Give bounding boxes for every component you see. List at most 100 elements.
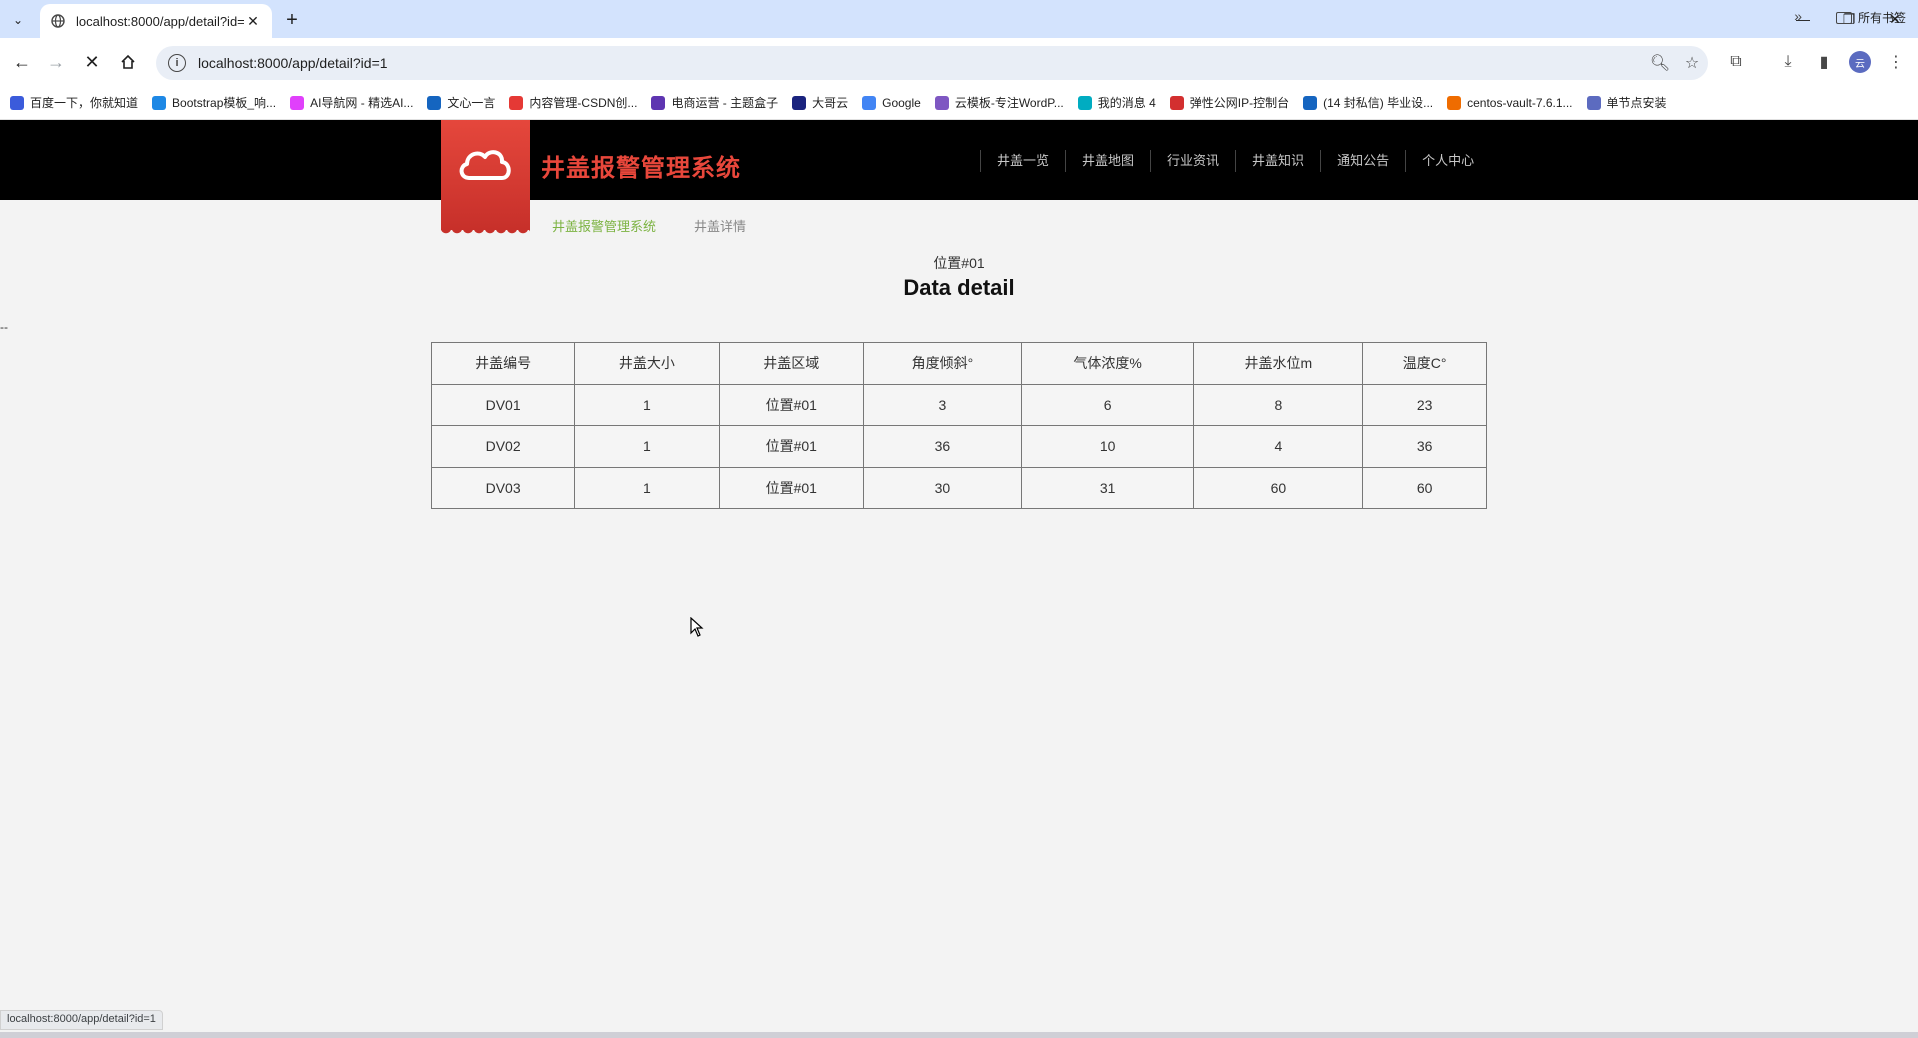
minimize-icon[interactable]: — bbox=[1780, 0, 1826, 38]
home-icon[interactable] bbox=[116, 50, 140, 74]
address-bar[interactable]: i localhost:8000/app/detail?id=1 🔍︎ ☆ bbox=[156, 46, 1708, 80]
bookmark-item[interactable]: 云模板-专注WordP... bbox=[934, 94, 1064, 111]
new-tab-icon[interactable]: + bbox=[280, 8, 304, 32]
bookmark-item[interactable]: AI导航网 - 精选AI... bbox=[290, 94, 413, 111]
bookmark-favicon-icon bbox=[509, 95, 524, 110]
nav-item[interactable]: 井盖一览 bbox=[980, 150, 1065, 172]
table-header-row: 井盖编号 井盖大小 井盖区域 角度倾斜° 气体浓度% 井盖水位m 温度C° bbox=[430, 342, 1487, 385]
bookmark-favicon-icon bbox=[1169, 95, 1184, 110]
location-label: 位置#01 bbox=[933, 255, 985, 271]
bookmark-favicon-icon bbox=[1447, 95, 1462, 110]
bookmark-favicon-icon bbox=[10, 95, 24, 110]
status-bar-url: localhost:8000/app/detail?id=1 bbox=[0, 1010, 163, 1030]
table-cell: 60 bbox=[1362, 466, 1487, 509]
bookmark-label: 我的消息 4 bbox=[1097, 96, 1156, 110]
zoom-icon[interactable]: 🔍︎ bbox=[1644, 47, 1676, 79]
bookmark-favicon-icon bbox=[792, 95, 807, 110]
bookmark-star-icon[interactable]: ☆ bbox=[1676, 47, 1708, 79]
bookmark-item[interactable]: 百度一下，你就知道 bbox=[10, 94, 138, 111]
table-row: DV03 1 位置#01 30 31 60 60 bbox=[430, 466, 1487, 509]
bookmark-favicon-icon bbox=[651, 95, 666, 110]
main-nav: 井盖一览 井盖地图 行业资讯 井盖知识 通知公告 个人中心 bbox=[980, 150, 1490, 172]
column-header: 井盖水位m bbox=[1193, 342, 1364, 385]
nav-item[interactable]: 行业资讯 bbox=[1150, 150, 1235, 172]
bookmark-label: 弹性公网IP-控制台 bbox=[1189, 96, 1290, 110]
table-cell: 36 bbox=[863, 425, 1022, 468]
extensions-icon[interactable]: ⧉ bbox=[1722, 48, 1750, 76]
bookmark-item[interactable]: Bootstrap模板_响... bbox=[152, 94, 276, 111]
page-title: Data detail bbox=[903, 275, 1015, 300]
forward-icon[interactable]: → bbox=[44, 50, 68, 74]
nav-item[interactable]: 通知公告 bbox=[1320, 150, 1405, 172]
all-bookmarks-button[interactable]: 所有书签 bbox=[1835, 9, 1906, 26]
nav-item[interactable]: 个人中心 bbox=[1405, 150, 1490, 172]
bookmark-item[interactable]: (14 封私信) 毕业设... bbox=[1303, 94, 1433, 111]
site-logo[interactable] bbox=[441, 120, 530, 238]
table-cell: 1 bbox=[574, 466, 720, 509]
site-info-icon[interactable]: i bbox=[168, 54, 186, 72]
browser-tab[interactable]: localhost:8000/app/detail?id=1 ✕ bbox=[40, 4, 272, 38]
breadcrumb-home-link[interactable]: 井盖报警管理系统 bbox=[552, 216, 656, 235]
bookmark-favicon-icon bbox=[934, 95, 949, 110]
bookmark-item[interactable]: 大哥云 bbox=[792, 94, 848, 111]
table-cell: 位置#01 bbox=[718, 383, 865, 426]
bookmark-label: 内容管理-CSDN创... bbox=[529, 96, 638, 110]
tab-title: localhost:8000/app/detail?id=1 bbox=[76, 13, 244, 29]
table-cell: DV01 bbox=[430, 383, 576, 426]
table-cell: 8 bbox=[1193, 383, 1364, 426]
browser-tab-bar: ⌄ localhost:8000/app/detail?id=1 ✕ + — ❐… bbox=[0, 0, 1918, 38]
download-icon[interactable]: ⤓ bbox=[1774, 48, 1802, 76]
bookmark-item[interactable]: 文心一言 bbox=[427, 94, 495, 111]
bookmark-label: AI导航网 - 精选AI... bbox=[310, 96, 414, 110]
bookmark-item[interactable]: 我的消息 4 bbox=[1077, 94, 1156, 111]
column-header: 角度倾斜° bbox=[863, 342, 1022, 385]
site-header bbox=[0, 120, 1918, 200]
bookmark-favicon-icon bbox=[1586, 95, 1601, 110]
cloud-icon bbox=[459, 150, 511, 180]
bookmark-item[interactable]: centos-vault-7.6.1... bbox=[1447, 95, 1573, 110]
table-cell: 31 bbox=[1020, 466, 1195, 509]
nav-item[interactable]: 井盖知识 bbox=[1235, 150, 1320, 172]
browser-toolbar: ← → ✕ i localhost:8000/app/detail?id=1 🔍… bbox=[0, 38, 1918, 86]
bookmark-label: Google bbox=[882, 95, 921, 110]
close-tab-icon[interactable]: ✕ bbox=[244, 12, 262, 30]
bookmarks-overflow-icon[interactable]: » bbox=[1794, 8, 1802, 24]
bookmark-label: 百度一下，你就知道 bbox=[30, 96, 139, 110]
bookmark-favicon-icon bbox=[1303, 95, 1318, 110]
address-url: localhost:8000/app/detail?id=1 bbox=[198, 55, 388, 71]
all-bookmarks-label: 所有书签 bbox=[1857, 11, 1906, 25]
stop-loading-icon[interactable]: ✕ bbox=[80, 50, 104, 74]
bookmark-label: 大哥云 bbox=[812, 96, 849, 110]
column-header: 井盖编号 bbox=[430, 342, 576, 385]
bookmark-favicon-icon bbox=[290, 95, 305, 110]
side-panel-icon[interactable]: ▮ bbox=[1810, 48, 1838, 76]
menu-dots-icon[interactable]: ⋮ bbox=[1882, 48, 1910, 76]
bookmark-item[interactable]: Google bbox=[862, 95, 921, 110]
bookmark-item[interactable]: 内容管理-CSDN创... bbox=[509, 94, 637, 111]
folder-icon bbox=[1835, 11, 1852, 24]
profile-avatar[interactable]: 云 bbox=[1846, 48, 1874, 76]
detail-table: 井盖编号 井盖大小 井盖区域 角度倾斜° 气体浓度% 井盖水位m 温度C° DV01 1 位置#… bbox=[430, 342, 1487, 509]
table-cell: 1 bbox=[574, 383, 720, 426]
breadcrumb-current: 井盖详情 bbox=[694, 219, 747, 234]
bookmark-label: 文心一言 bbox=[447, 96, 496, 110]
back-icon[interactable]: ← bbox=[10, 50, 34, 74]
tab-search-chevron-icon[interactable]: ⌄ bbox=[6, 8, 30, 32]
table-cell: 10 bbox=[1020, 425, 1195, 468]
bookmark-label: 电商运营 - 主题盒子 bbox=[671, 96, 779, 110]
table-cell: 23 bbox=[1362, 383, 1487, 426]
table-cell: 位置#01 bbox=[718, 466, 865, 509]
nav-item[interactable]: 井盖地图 bbox=[1065, 150, 1150, 172]
bookmark-item[interactable]: 电商运营 - 主题盒子 bbox=[651, 94, 778, 111]
bookmark-label: centos-vault-7.6.1... bbox=[1467, 95, 1573, 110]
site-title[interactable]: 井盖报警管理系统 bbox=[541, 148, 741, 183]
bookmark-item[interactable]: 单节点安装 bbox=[1586, 94, 1667, 111]
bookmark-label: (14 封私信) 毕业设... bbox=[1323, 96, 1434, 110]
table-cell: DV02 bbox=[430, 425, 576, 468]
bookmark-favicon-icon bbox=[862, 95, 877, 110]
bookmark-item[interactable]: 弹性公网IP-控制台 bbox=[1169, 94, 1290, 111]
table-cell: 3 bbox=[863, 383, 1022, 426]
table-row: DV01 1 位置#01 3 6 8 23 bbox=[430, 383, 1487, 426]
bookmark-favicon-icon bbox=[427, 95, 442, 110]
taskbar-strip bbox=[0, 1032, 1918, 1038]
